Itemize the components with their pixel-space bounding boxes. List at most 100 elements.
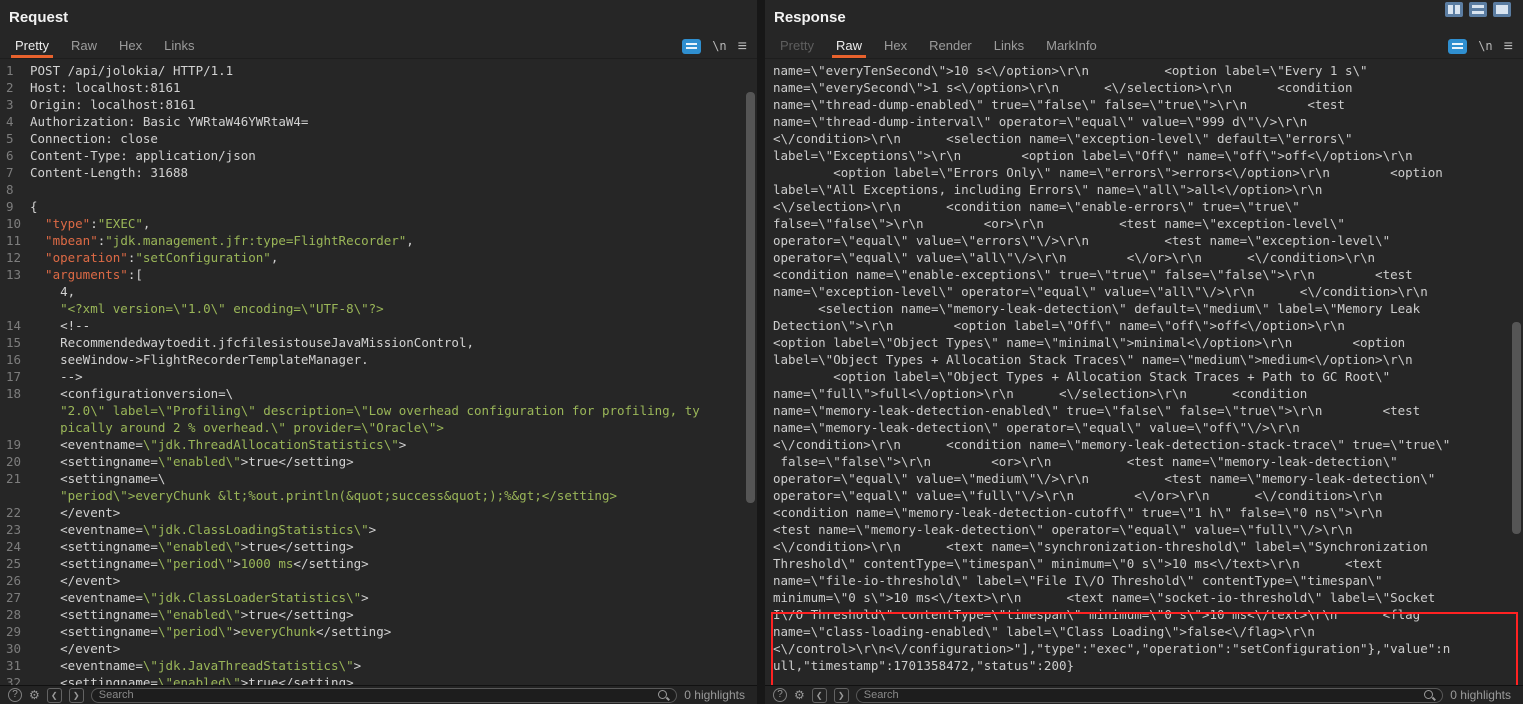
response-code-line: I\/O Threshold\" contentType=\"timespan\… bbox=[765, 606, 1523, 623]
line-number: 10 bbox=[0, 215, 30, 232]
newline-toggle-button[interactable]: \n bbox=[1478, 39, 1492, 53]
response-code-line: Threshold\" contentType=\"timespan\" min… bbox=[765, 555, 1523, 572]
line-number: 28 bbox=[0, 606, 30, 623]
search-prev-button[interactable]: ❮ bbox=[812, 688, 827, 703]
line-number: 17 bbox=[0, 368, 30, 385]
settings-gear-icon[interactable]: ⚙ bbox=[29, 688, 40, 702]
request-code-line: 21 <settingname=\ bbox=[0, 470, 757, 487]
line-number: 14 bbox=[0, 317, 30, 334]
request-code-line: 20 <settingname=\"enabled\">true</settin… bbox=[0, 453, 757, 470]
layout-single-icon[interactable] bbox=[1493, 2, 1511, 17]
request-title: Request bbox=[9, 9, 68, 26]
request-search-box[interactable] bbox=[91, 688, 678, 703]
request-code-line: 5Connection: close bbox=[0, 130, 757, 147]
request-tabbar: PrettyRawHexLinks \n ≡ bbox=[0, 34, 757, 59]
request-search-input[interactable] bbox=[99, 689, 658, 701]
search-prev-button[interactable]: ❮ bbox=[47, 688, 62, 703]
panel-divider[interactable] bbox=[757, 0, 765, 704]
request-code-line: 12 "operation":"setConfiguration", bbox=[0, 249, 757, 266]
response-code-line: ull,"timestamp":1701358472,"status":200} bbox=[765, 657, 1523, 674]
request-scrollbar[interactable] bbox=[745, 61, 756, 683]
tab-raw[interactable]: Raw bbox=[60, 34, 108, 58]
pretty-format-icon[interactable] bbox=[1448, 39, 1467, 54]
tab-pretty[interactable]: Pretty bbox=[769, 34, 825, 58]
response-code-line: <option label=\"Object Types + Allocatio… bbox=[765, 368, 1523, 385]
request-code-line: 1POST /api/jolokia/ HTTP/1.1 bbox=[0, 62, 757, 79]
request-code-line: 32 <settingname=\"enabled\">true</settin… bbox=[0, 674, 757, 685]
response-scrollbar[interactable] bbox=[1511, 61, 1522, 683]
response-editor-tools: \n ≡ bbox=[1448, 34, 1515, 58]
response-code-line: <\/control>\r\n<\/configuration>"],"type… bbox=[765, 640, 1523, 657]
newline-toggle-button[interactable]: \n bbox=[712, 39, 726, 53]
response-code-line: <condition name=\"enable-exceptions\" tr… bbox=[765, 266, 1523, 283]
response-highlights-count: 0 highlights bbox=[1450, 688, 1515, 702]
response-search-bar: ? ⚙ ❮ ❯ 0 highlights bbox=[765, 685, 1523, 704]
search-next-button[interactable]: ❯ bbox=[69, 688, 84, 703]
request-code-line: 16 seeWindow->FlightRecorderTemplateMana… bbox=[0, 351, 757, 368]
layout-rows-icon[interactable] bbox=[1469, 2, 1487, 17]
response-search-box[interactable] bbox=[856, 688, 1444, 703]
request-code-line: 8 bbox=[0, 181, 757, 198]
search-icon[interactable] bbox=[657, 689, 669, 701]
tab-raw[interactable]: Raw bbox=[825, 34, 873, 58]
tab-hex[interactable]: Hex bbox=[108, 34, 153, 58]
line-number: 7 bbox=[0, 164, 30, 181]
editor-menu-icon[interactable]: ≡ bbox=[1504, 39, 1513, 54]
settings-gear-icon[interactable]: ⚙ bbox=[794, 688, 805, 702]
search-icon[interactable] bbox=[1423, 689, 1435, 701]
request-editor-tools: \n ≡ bbox=[682, 34, 749, 58]
help-icon[interactable]: ? bbox=[8, 688, 22, 702]
request-scrollbar-thumb[interactable] bbox=[746, 92, 755, 503]
line-number: 30 bbox=[0, 640, 30, 657]
response-search-input[interactable] bbox=[864, 689, 1424, 701]
response-scrollbar-thumb[interactable] bbox=[1512, 322, 1521, 533]
tab-render[interactable]: Render bbox=[918, 34, 983, 58]
request-code-line: 6Content-Type: application/json bbox=[0, 147, 757, 164]
help-icon[interactable]: ? bbox=[773, 688, 787, 702]
response-code-line: name=\"memory-leak-detection-enabled\" t… bbox=[765, 402, 1523, 419]
response-code-line: <selection name=\"memory-leak-detection\… bbox=[765, 300, 1523, 317]
response-code-line: name=\"everyTenSecond\">10 s<\/option>\r… bbox=[765, 62, 1523, 79]
editor-menu-icon[interactable]: ≡ bbox=[738, 39, 747, 54]
response-code-line: operator=\"equal\" value=\"all\"\/>\r\n … bbox=[765, 249, 1523, 266]
line-number bbox=[0, 283, 30, 300]
response-code-line: false=\"false\">\r\n <or>\r\n <test name… bbox=[765, 453, 1523, 470]
tab-hex[interactable]: Hex bbox=[873, 34, 918, 58]
request-code-line: 15 Recommendedwaytoedit.jfcfilesistouseJ… bbox=[0, 334, 757, 351]
layout-columns-icon[interactable] bbox=[1445, 2, 1463, 17]
request-code-line: 22 </event> bbox=[0, 504, 757, 521]
line-number: 20 bbox=[0, 453, 30, 470]
line-number: 3 bbox=[0, 96, 30, 113]
tab-pretty[interactable]: Pretty bbox=[4, 34, 60, 58]
response-code-line: name=\"thread-dump-enabled\" true=\"fals… bbox=[765, 96, 1523, 113]
message-editor-app: Request PrettyRawHexLinks \n ≡ 1POST /ap… bbox=[0, 0, 1523, 704]
tab-links[interactable]: Links bbox=[983, 34, 1035, 58]
search-next-button[interactable]: ❯ bbox=[834, 688, 849, 703]
response-code-line: <\/condition>\r\n <condition name=\"memo… bbox=[765, 436, 1523, 453]
line-number: 4 bbox=[0, 113, 30, 130]
tab-markinfo[interactable]: MarkInfo bbox=[1035, 34, 1108, 58]
response-code-line: <option label=\"Object Types\" name=\"mi… bbox=[765, 334, 1523, 351]
pretty-format-icon[interactable] bbox=[682, 39, 701, 54]
request-code-line: 23 <eventname=\"jdk.ClassLoadingStatisti… bbox=[0, 521, 757, 538]
response-code: name=\"everyTenSecond\">10 s<\/option>\r… bbox=[765, 62, 1523, 674]
request-code-line: 13 "arguments":[ bbox=[0, 266, 757, 283]
request-code: 1POST /api/jolokia/ HTTP/1.12Host: local… bbox=[0, 62, 757, 685]
line-number: 27 bbox=[0, 589, 30, 606]
line-number: 31 bbox=[0, 657, 30, 674]
response-code-line: operator=\"equal\" value=\"full\"\/>\r\n… bbox=[765, 487, 1523, 504]
response-code-line: operator=\"equal\" value=\"medium\"\/>\r… bbox=[765, 470, 1523, 487]
line-number: 5 bbox=[0, 130, 30, 147]
request-code-line: 28 <settingname=\"enabled\">true</settin… bbox=[0, 606, 757, 623]
request-code-line: 24 <settingname=\"enabled\">true</settin… bbox=[0, 538, 757, 555]
response-editor[interactable]: name=\"everyTenSecond\">10 s<\/option>\r… bbox=[765, 59, 1523, 685]
line-number: 18 bbox=[0, 385, 30, 402]
request-editor[interactable]: 1POST /api/jolokia/ HTTP/1.12Host: local… bbox=[0, 59, 757, 685]
response-code-line: <test name=\"memory-leak-detection\" ope… bbox=[765, 521, 1523, 538]
response-code-line: name=\"exception-level\" operator=\"equa… bbox=[765, 283, 1523, 300]
tab-links[interactable]: Links bbox=[153, 34, 205, 58]
response-code-line: <option label=\"Errors Only\" name=\"err… bbox=[765, 164, 1523, 181]
window-controls bbox=[1445, 2, 1511, 17]
request-code-line: 27 <eventname=\"jdk.ClassLoaderStatistic… bbox=[0, 589, 757, 606]
line-number: 16 bbox=[0, 351, 30, 368]
